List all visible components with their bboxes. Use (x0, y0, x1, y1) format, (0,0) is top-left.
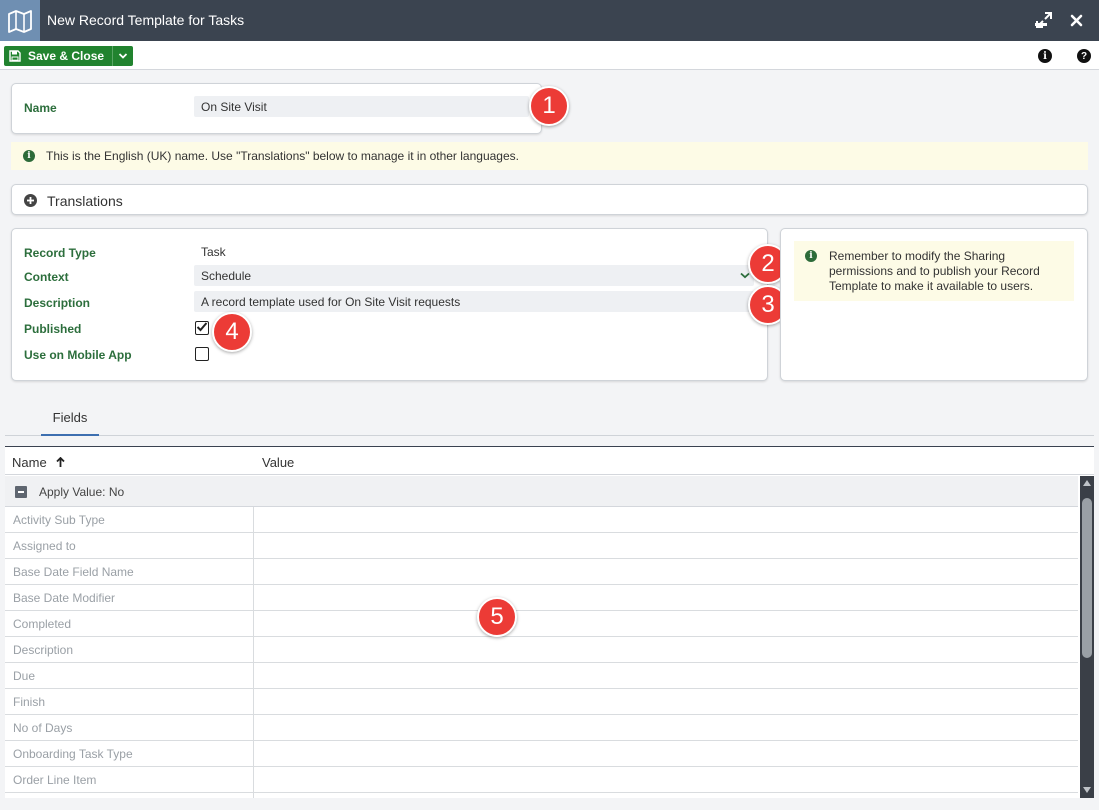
group-label: Apply Value: No (39, 485, 125, 499)
chevron-down-icon (118, 53, 128, 59)
row-name: Base Date Modifier (5, 585, 254, 610)
grid-header: Name Value (5, 447, 1094, 475)
row-value[interactable] (254, 767, 1078, 792)
notice-line-1: Remember to modify the Sharing (829, 249, 1006, 263)
row-value[interactable] (254, 741, 1078, 766)
table-row[interactable]: Base Date Field Name (5, 559, 1078, 585)
callout-badge-1: 1 (529, 86, 569, 126)
row-value[interactable] (254, 611, 1078, 636)
row-name: Finish (5, 689, 254, 714)
table-row[interactable]: Finish (5, 689, 1078, 715)
mobile-app-checkbox[interactable] (195, 347, 209, 361)
translations-label: Translations (47, 193, 123, 209)
published-label: Published (24, 322, 82, 336)
row-value[interactable] (254, 507, 1078, 532)
callout-badge-5: 5 (477, 597, 517, 637)
record-type-value: Task (201, 245, 226, 259)
save-close-button[interactable]: Save & Close (4, 46, 112, 66)
fields-grid: Name Value Apply Value: No Activity Sub … (5, 446, 1094, 798)
published-checkbox[interactable] (195, 321, 209, 335)
row-name: Base Date Field Name (5, 559, 254, 584)
info-icon: i (805, 250, 817, 262)
table-row[interactable]: Description (5, 637, 1078, 663)
row-name: Description (5, 637, 254, 662)
row-value[interactable] (254, 637, 1078, 662)
context-value: Schedule (201, 268, 252, 283)
description-input[interactable]: A record template used for On Site Visit… (194, 291, 754, 312)
sharing-notice: i Remember to modify the Sharing permiss… (794, 241, 1074, 301)
table-row[interactable]: No of Days (5, 715, 1078, 741)
name-label: Name (24, 101, 57, 115)
table-row[interactable]: Onboarding Task Type (5, 741, 1078, 767)
map-icon (0, 0, 40, 41)
column-header-name[interactable]: Name (12, 455, 65, 470)
close-icon[interactable] (1066, 10, 1086, 30)
translations-section[interactable]: Translations (11, 184, 1088, 215)
row-value[interactable] (254, 559, 1078, 584)
window-title: New Record Template for Tasks (47, 12, 245, 28)
scroll-up-arrow-icon[interactable] (1083, 480, 1091, 486)
row-value[interactable] (254, 793, 1078, 798)
table-row[interactable]: Base Date Modifier (5, 585, 1078, 611)
collapse-icon[interactable] (15, 486, 27, 498)
name-info-text: This is the English (UK) name. Use "Tran… (46, 149, 519, 163)
chevron-down-icon (740, 272, 750, 279)
mobile-app-label: Use on Mobile App (24, 348, 132, 362)
row-name: Assigned to (5, 533, 254, 558)
row-name: No of Days (5, 715, 254, 740)
row-name: Activity Sub Type (5, 507, 254, 532)
row-value[interactable] (254, 585, 1078, 610)
table-row[interactable]: Completed (5, 611, 1078, 637)
row-name: Due (5, 663, 254, 688)
row-value[interactable] (254, 689, 1078, 714)
info-icon: i (23, 150, 35, 162)
row-value[interactable] (254, 663, 1078, 688)
maximize-icon[interactable] (1034, 10, 1054, 30)
row-name: Completed (5, 611, 254, 636)
row-name: Onboarding Task Type (5, 741, 254, 766)
row-name: Order Line Item (5, 767, 254, 792)
help-icon[interactable]: ? (1077, 49, 1091, 63)
name-panel: Name On Site Visit (11, 83, 542, 134)
row-value[interactable] (254, 715, 1078, 740)
save-options-dropdown[interactable] (112, 46, 133, 66)
toolbar: Save & Close i ? (0, 41, 1099, 70)
column-header-value[interactable]: Value (262, 455, 294, 470)
details-panel: Record Type Task Context Schedule Descri… (11, 228, 768, 381)
notice-line-3: Template to make it available to users. (829, 279, 1034, 293)
checkmark-icon (196, 322, 208, 332)
expand-plus-icon[interactable] (24, 194, 37, 207)
sort-ascending-icon (56, 456, 65, 467)
grid-scrollbar[interactable] (1080, 476, 1094, 798)
context-label: Context (24, 270, 69, 284)
name-info-notice: i This is the English (UK) name. Use "Tr… (11, 142, 1088, 170)
table-row[interactable]: Due (5, 663, 1078, 689)
info-icon[interactable]: i (1038, 49, 1052, 63)
table-row[interactable]: Activity Sub Type (5, 507, 1078, 533)
table-row[interactable] (5, 793, 1078, 798)
description-label: Description (24, 296, 91, 310)
row-name (5, 793, 254, 798)
sharing-notice-panel: i Remember to modify the Sharing permiss… (780, 228, 1088, 381)
grid-rows: Activity Sub Type Assigned to Base Date … (5, 507, 1078, 798)
context-select[interactable]: Schedule (194, 265, 754, 286)
tab-fields[interactable]: Fields (41, 410, 99, 436)
scroll-down-arrow-icon[interactable] (1083, 787, 1091, 793)
save-close-label: Save & Close (28, 49, 105, 63)
row-value[interactable] (254, 533, 1078, 558)
table-row[interactable]: Order Line Item (5, 767, 1078, 793)
table-row[interactable]: Assigned to (5, 533, 1078, 559)
group-row[interactable]: Apply Value: No (5, 476, 1078, 507)
notice-line-2: permissions and to publish your Record (829, 264, 1040, 278)
name-input[interactable]: On Site Visit (194, 96, 529, 117)
scrollbar-thumb[interactable] (1082, 498, 1092, 658)
save-icon (9, 50, 21, 62)
record-type-label: Record Type (24, 246, 96, 260)
window-titlebar: New Record Template for Tasks (0, 0, 1099, 41)
tab-bar: Fields (5, 400, 1094, 436)
callout-badge-4: 4 (212, 312, 252, 352)
